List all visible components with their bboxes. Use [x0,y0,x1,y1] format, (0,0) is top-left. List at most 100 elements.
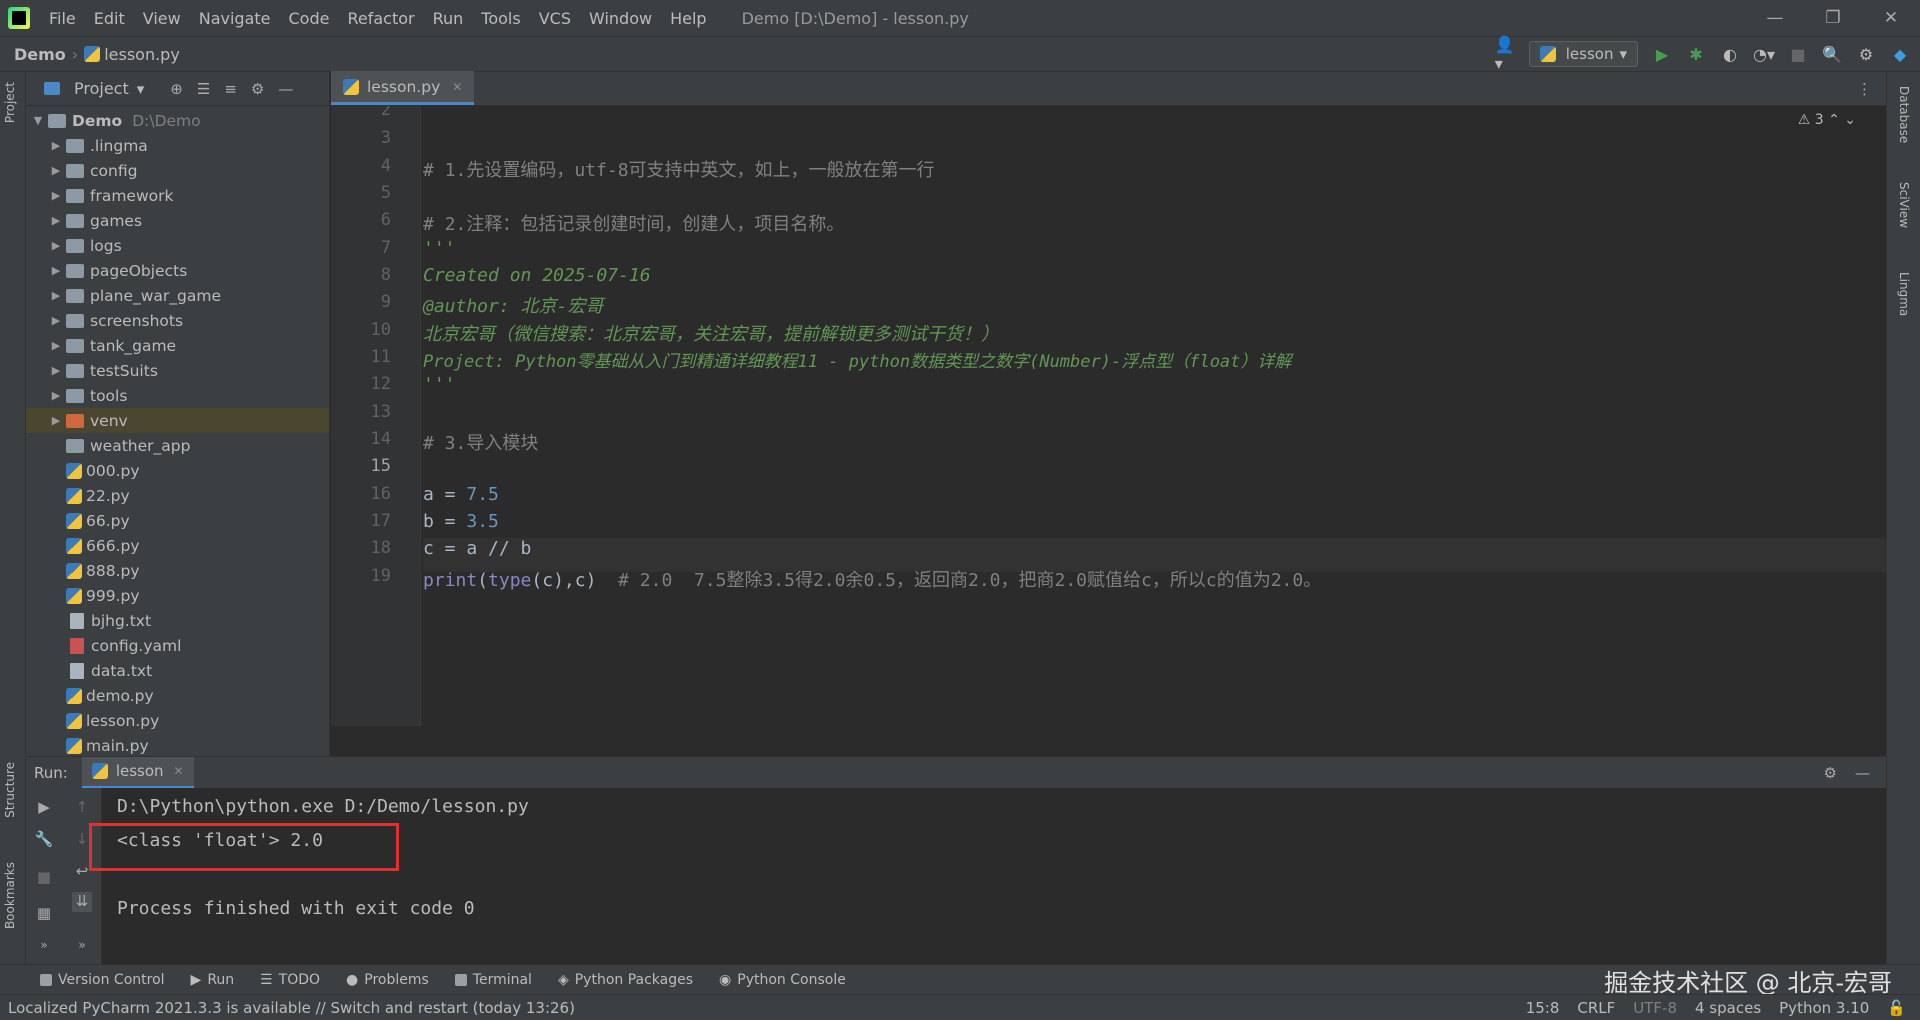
run-icon[interactable]: ▶ [1652,44,1672,64]
menu-view[interactable]: View [134,9,190,28]
close-tab-icon[interactable]: ✕ [452,80,462,94]
python-interpreter[interactable]: Python 3.10 [1779,999,1869,1017]
tree-folder[interactable]: ▶ games [26,208,329,233]
database-tool-tab[interactable]: Database [1897,86,1911,143]
tree-file[interactable]: 22.py [26,483,329,508]
chevron-right-icon[interactable]: ▶ [48,164,64,177]
more-icon[interactable]: » [34,938,54,958]
tool-tab-problems[interactable]: ● Problems [346,972,429,988]
tool-tab-todo[interactable]: ☰ TODO [260,972,320,988]
tree-folder[interactable]: ▶ screenshots [26,308,329,333]
breadcrumb-file[interactable]: lesson.py [104,45,180,64]
tree-file[interactable]: data.txt [26,658,329,683]
menu-tools[interactable]: Tools [472,9,529,28]
restore-icon[interactable]: ❐ [1804,8,1862,28]
chevron-right-icon[interactable]: ▶ [48,339,64,352]
chevron-right-icon[interactable]: ▶ [48,189,64,202]
menu-code[interactable]: Code [280,9,339,28]
caret-position[interactable]: 15:8 [1526,999,1560,1017]
inspection-widget[interactable]: ⚠ 3 ⌃ ⌄ [1798,112,1856,128]
tree-folder[interactable]: ▶ pageObjects [26,258,329,283]
tree-folder[interactable]: weather_app [26,433,329,458]
lingma-tool-tab[interactable]: Lingma [1897,272,1911,316]
gear-icon[interactable]: ⚙ [251,80,264,98]
close-icon[interactable]: ✕ [1862,8,1920,28]
tree-folder[interactable]: ▶ .lingma [26,133,329,158]
chevron-right-icon[interactable]: ▶ [48,414,64,427]
gear-icon[interactable]: ⚙ [1856,44,1876,64]
tool-tab-terminal[interactable]: Terminal [454,972,532,988]
locate-icon[interactable]: ⊕ [170,80,183,98]
menu-run[interactable]: Run [424,9,473,28]
structure-tool-tab[interactable]: Structure [3,762,17,818]
profile-icon[interactable]: ◔▾ [1753,44,1775,64]
menu-file[interactable]: File [40,9,85,28]
chevron-down-icon[interactable]: ▾ [137,80,145,98]
wrench-icon[interactable]: 🔧 [34,830,54,850]
file-encoding[interactable]: UTF-8 [1633,999,1677,1017]
menu-help[interactable]: Help [661,9,715,28]
line-separator[interactable]: CRLF [1577,999,1615,1017]
more-tabs-icon[interactable]: ⋮ [1857,80,1886,98]
scroll-to-end-icon[interactable]: ⇊ [72,892,92,912]
tree-root[interactable]: ▼ Demo D:\Demo [26,108,329,133]
tree-file[interactable]: demo.py [26,683,329,708]
jetbrains-icon[interactable]: ◆ [1890,44,1910,64]
tool-tab-run[interactable]: ▶ Run [191,972,235,988]
tree-file[interactable]: bjhg.txt [26,608,329,633]
tool-tab-python-console[interactable]: ◉ Python Console [719,972,846,988]
search-icon[interactable]: 🔍 [1822,44,1842,64]
run-tab-lesson[interactable]: lesson ✕ [81,756,194,789]
chevron-right-icon[interactable]: ▶ [48,289,64,302]
tree-folder-selected[interactable]: ▶ venv [26,408,329,433]
tree-file[interactable]: 999.py [26,583,329,608]
arrow-up-icon[interactable]: ↑ [72,798,92,818]
user-icon[interactable]: 👤▾ [1495,35,1515,73]
chevron-right-icon[interactable]: ▶ [48,389,64,402]
debug-icon[interactable]: ✱ [1686,44,1706,64]
chevron-down-icon[interactable]: ⌄ [1844,112,1856,128]
chevron-up-icon[interactable]: ⌃ [1828,112,1840,128]
menu-navigate[interactable]: Navigate [190,9,280,28]
breadcrumb-project[interactable]: Demo [14,45,66,64]
close-tab-icon[interactable]: ✕ [174,764,184,778]
tree-folder[interactable]: ▶ config [26,158,329,183]
collapse-all-icon[interactable]: ≡ [224,80,237,98]
run-console[interactable]: D:\Python\python.exe D:/Demo/lesson.py <… [89,788,1886,964]
tool-tab-python-packages[interactable]: ◈ Python Packages [558,972,693,988]
tree-folder[interactable]: ▶ framework [26,183,329,208]
tree-file[interactable]: main.py [26,733,329,756]
rerun-icon[interactable]: ▶ [34,798,54,818]
chevron-right-icon[interactable]: ▶ [48,314,64,327]
stop-icon[interactable]: ■ [1788,44,1808,64]
tree-file[interactable]: 888.py [26,558,329,583]
tree-file[interactable]: lesson.py [26,708,329,733]
tree-folder[interactable]: ▶ logs [26,233,329,258]
stop-icon[interactable]: ■ [34,868,54,888]
expand-all-icon[interactable]: ☰ [197,80,210,98]
gear-icon[interactable]: ⚙ [1824,764,1837,782]
coverage-icon[interactable]: ◐ [1720,44,1740,64]
indent-setting[interactable]: 4 spaces [1695,999,1761,1017]
project-tool-tab[interactable]: Project [3,82,17,123]
chevron-right-icon[interactable]: ▶ [48,264,64,277]
tool-tab-version-control[interactable]: Version Control [40,972,165,988]
tab-lesson-py[interactable]: lesson.py ✕ [331,71,475,105]
tree-file[interactable]: 666.py [26,533,329,558]
layout-icon[interactable]: ▦ [34,904,54,924]
tree-file[interactable]: 000.py [26,458,329,483]
code-editor[interactable]: 2 3 4 5 6 7 8 9 10 11 12 13 14 15 16 17 … [331,106,1886,726]
tree-file[interactable]: 66.py [26,508,329,533]
chevron-right-icon[interactable]: ▶ [48,364,64,377]
chevron-down-icon[interactable]: ▼ [30,114,46,127]
menu-edit[interactable]: Edit [85,9,134,28]
tree-folder[interactable]: ▶ tank_game [26,333,329,358]
tree-folder[interactable]: ▶ tools [26,383,329,408]
tree-folder[interactable]: ▶ plane_war_game [26,283,329,308]
chevron-right-icon[interactable]: ▶ [48,139,64,152]
hide-icon[interactable]: — [278,80,293,98]
tree-file[interactable]: config.yaml [26,633,329,658]
more-icon[interactable]: » [72,938,92,958]
menu-refactor[interactable]: Refactor [338,9,423,28]
bookmarks-tool-tab[interactable]: Bookmarks [3,862,17,929]
